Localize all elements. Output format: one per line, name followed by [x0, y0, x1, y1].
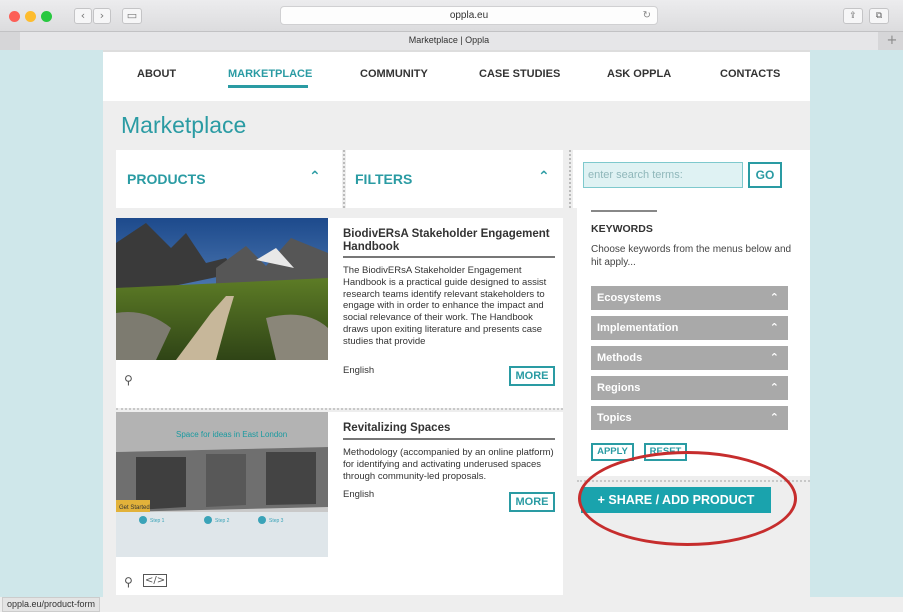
products-panel-header[interactable]: PRODUCTS ⌃	[116, 150, 342, 208]
status-url: oppla.eu/product-form	[2, 597, 101, 612]
product-title[interactable]: Revitalizing Spaces	[343, 422, 563, 435]
nav-marketplace[interactable]: MARKETPLACE	[228, 68, 312, 80]
address-url: oppla.eu	[449, 10, 489, 21]
filters-label: FILTERS	[355, 171, 413, 187]
reload-icon[interactable]: ↻	[643, 7, 651, 24]
nav-community[interactable]: COMMUNITY	[360, 68, 428, 80]
sidebar-icon[interactable]: ▭	[122, 8, 142, 24]
forward-icon[interactable]: ›	[93, 8, 111, 24]
panel-divider	[569, 150, 571, 208]
chevron-up-icon: ⌃	[769, 381, 779, 394]
highlight-annotation	[578, 451, 797, 546]
more-button[interactable]: MORE	[509, 492, 555, 512]
product-language: English	[343, 365, 375, 376]
nav-ask-oppla[interactable]: ASK OPPLA	[607, 68, 671, 80]
chevron-up-icon[interactable]: ⌃	[309, 169, 321, 185]
accordion-label: Methods	[597, 352, 643, 364]
nav-contacts[interactable]: CONTACTS	[720, 68, 780, 80]
product-description: Methodology (accompanied by an online pl…	[343, 447, 554, 482]
go-button[interactable]: GO	[748, 162, 782, 188]
nav-case-studies[interactable]: CASE STUDIES	[479, 68, 560, 80]
browser-chrome: ‹ › ▭ oppla.eu ↻ ⇪ ⧉ Marketplace | Oppla…	[0, 0, 903, 50]
keywords-title: KEYWORDS	[591, 223, 653, 235]
image-step-1: Step 1	[150, 518, 165, 524]
chevron-up-icon: ⌃	[769, 291, 779, 304]
accordion-label: Implementation	[597, 322, 679, 334]
more-button[interactable]: MORE	[509, 366, 555, 386]
tab-bar: Marketplace | Oppla +	[0, 31, 903, 50]
product-card: Get Started Space for ideas in East Lond…	[116, 412, 563, 595]
accordion-label: Topics	[597, 412, 632, 424]
accordion-regions[interactable]: Regions ⌃	[591, 376, 788, 400]
image-tag: Get Started	[119, 505, 150, 511]
search-input[interactable]: enter search terms:	[583, 162, 743, 188]
title-rule	[343, 438, 555, 440]
browser-toolbar: ‹ › ▭ oppla.eu ↻ ⇪ ⧉	[0, 0, 903, 31]
accordion-ecosystems[interactable]: Ecosystems ⌃	[591, 286, 788, 310]
signpost-icon[interactable]: ⚲	[124, 373, 133, 387]
zoom-window-button[interactable]	[41, 11, 52, 22]
product-image-warehouse[interactable]: Get Started Space for ideas in East Lond…	[116, 412, 328, 557]
minimize-window-button[interactable]	[25, 11, 36, 22]
panel-divider	[343, 150, 345, 208]
accordion-implementation[interactable]: Implementation ⌃	[591, 316, 788, 340]
new-tab-icon[interactable]: +	[881, 32, 903, 50]
accordion-topics[interactable]: Topics ⌃	[591, 406, 788, 430]
product-title[interactable]: BiodivERsA Stakeholder Engagement Handbo…	[343, 228, 563, 254]
image-step-2: Step 2	[215, 518, 230, 524]
share-icon[interactable]: ⇪	[843, 8, 863, 24]
keywords-rule	[591, 210, 657, 212]
filters-panel-header[interactable]: FILTERS ⌃	[346, 150, 563, 208]
chevron-up-icon: ⌃	[769, 411, 779, 424]
address-bar[interactable]: oppla.eu ↻	[280, 6, 658, 25]
product-image-mountain[interactable]	[116, 218, 328, 360]
card-divider	[116, 408, 563, 410]
close-window-button[interactable]	[9, 11, 20, 22]
chevron-up-icon[interactable]: ⌃	[538, 169, 550, 185]
image-step-3: Step 3	[269, 518, 284, 524]
nav-about[interactable]: ABOUT	[137, 68, 176, 80]
keywords-description: Choose keywords from the menus below and…	[591, 244, 792, 268]
title-rule	[343, 256, 555, 258]
product-language: English	[343, 489, 375, 500]
signpost-icon[interactable]: ⚲	[124, 575, 133, 589]
product-card: ⚲ BiodivERsA Stakeholder Engagement Hand…	[116, 218, 563, 408]
chevron-up-icon: ⌃	[769, 321, 779, 334]
image-caption: Space for ideas in East London	[176, 430, 287, 439]
tabs-icon[interactable]: ⧉	[869, 8, 889, 24]
keywords-panel: KEYWORDS Choose keywords from the menus …	[577, 208, 810, 476]
chevron-up-icon: ⌃	[769, 351, 779, 364]
tab-title[interactable]: Marketplace | Oppla	[20, 32, 878, 50]
product-description: The BiodivERsA Stakeholder Engagement Ha…	[343, 265, 547, 347]
accordion-methods[interactable]: Methods ⌃	[591, 346, 788, 370]
products-label: PRODUCTS	[127, 171, 206, 187]
page-title: Marketplace	[121, 112, 247, 138]
accordion-label: Regions	[597, 382, 641, 394]
nav-active-underline	[228, 85, 308, 88]
accordion-label: Ecosystems	[597, 292, 662, 304]
main-nav: ABOUT MARKETPLACE COMMUNITY CASE STUDIES…	[103, 50, 810, 101]
code-icon[interactable]: </>	[143, 574, 168, 587]
status-bar: oppla.eu/product-form	[0, 597, 903, 612]
back-icon[interactable]: ‹	[74, 8, 92, 24]
